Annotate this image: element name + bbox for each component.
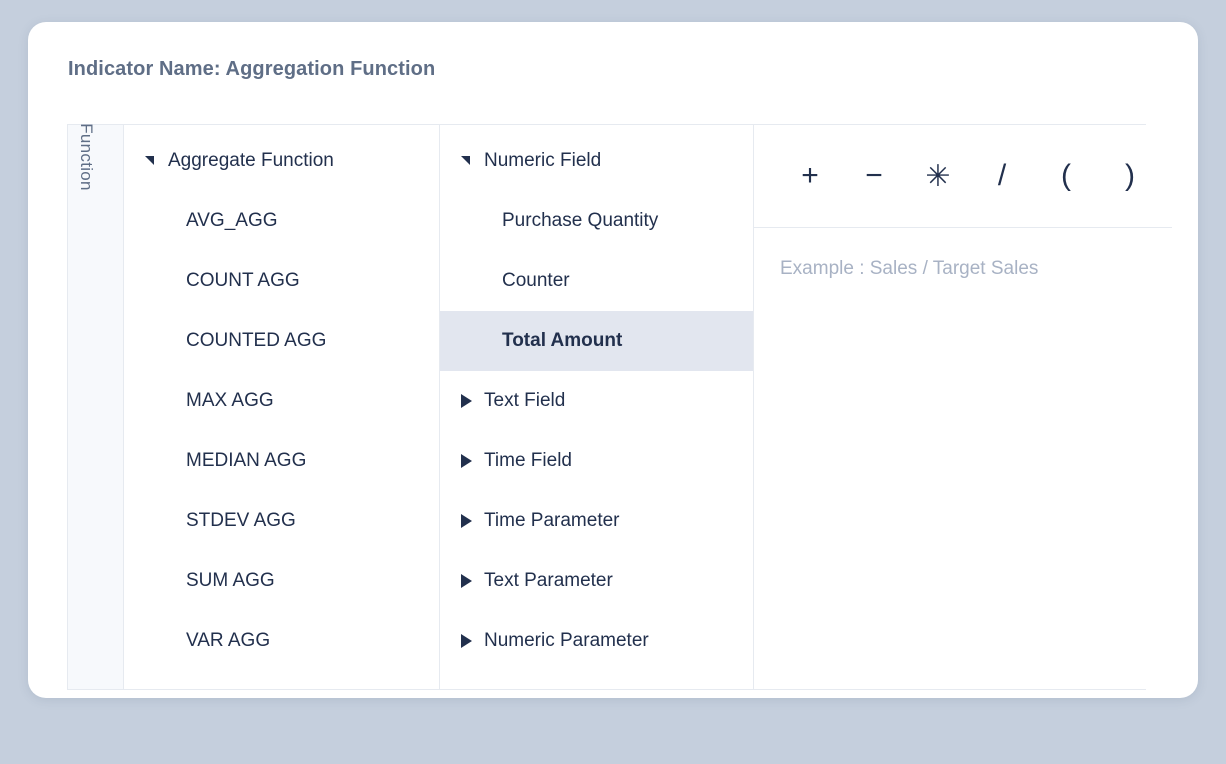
asterisk-operator-icon[interactable]: ✳ xyxy=(916,154,960,198)
list-item-counter[interactable]: Counter xyxy=(440,251,753,311)
tree-group-text-field[interactable]: Text Field xyxy=(440,371,753,431)
tree-group-numeric-parameter[interactable]: Numeric Parameter xyxy=(440,611,753,671)
plus-operator-icon[interactable]: + xyxy=(788,154,832,198)
list-item-label: COUNTED AGG xyxy=(186,330,327,351)
aggregate-function-column: Aggregate Function AVG_AGG COUNT AGG COU… xyxy=(124,125,440,689)
list-item-count-agg[interactable]: COUNT AGG xyxy=(124,251,439,311)
tree-group-aggregate-function[interactable]: Aggregate Function xyxy=(124,131,439,191)
list-item-avg-agg[interactable]: AVG_AGG xyxy=(124,191,439,251)
page-title: Indicator Name: Aggregation Function xyxy=(68,58,436,80)
row-header-label: Function xyxy=(76,123,96,191)
row-header-function: Function xyxy=(68,123,124,689)
list-item-label: COUNT AGG xyxy=(186,270,300,291)
function-builder-table: Function Aggregate Function AVG_AGG COUN… xyxy=(67,123,1172,690)
list-item-var-agg[interactable]: VAR AGG xyxy=(124,611,439,671)
list-item-label: Total Amount xyxy=(502,330,623,351)
list-item-label: MAX AGG xyxy=(186,390,274,411)
tree-group-text-parameter[interactable]: Text Parameter xyxy=(440,551,753,611)
list-item-purchase-quantity[interactable]: Purchase Quantity xyxy=(440,191,753,251)
tree-group-label: Numeric Parameter xyxy=(484,630,649,651)
field-tree-column: Numeric Field Purchase Quantity Counter … xyxy=(440,125,754,689)
tree-group-label: Numeric Field xyxy=(484,150,602,171)
list-item-label: VAR AGG xyxy=(186,630,271,651)
tree-group-label: Text Parameter xyxy=(484,570,613,591)
list-item-label: SUM AGG xyxy=(186,570,275,591)
tree-group-label: Time Parameter xyxy=(484,510,620,531)
list-item-sum-agg[interactable]: SUM AGG xyxy=(124,551,439,611)
list-item-median-agg[interactable]: MEDIAN AGG xyxy=(124,431,439,491)
tree-group-time-parameter[interactable]: Time Parameter xyxy=(440,491,753,551)
list-item-stdev-agg[interactable]: STDEV AGG xyxy=(124,491,439,551)
right-paren-operator-icon[interactable]: ) xyxy=(1108,154,1152,198)
list-item-label: Purchase Quantity xyxy=(502,210,659,231)
tree-group-label: Aggregate Function xyxy=(168,150,334,171)
list-item-total-amount[interactable]: Total Amount xyxy=(440,311,753,371)
list-item-label: Counter xyxy=(502,270,570,291)
expression-placeholder: Example : Sales / Target Sales xyxy=(780,258,1039,279)
left-paren-operator-icon[interactable]: ( xyxy=(1044,154,1088,198)
expression-input[interactable]: Example : Sales / Target Sales xyxy=(754,228,1172,689)
list-item-counted-agg[interactable]: COUNTED AGG xyxy=(124,311,439,371)
list-item-label: MEDIAN AGG xyxy=(186,450,307,471)
list-item-max-agg[interactable]: MAX AGG xyxy=(124,371,439,431)
divide-operator-icon[interactable]: / xyxy=(980,154,1024,198)
list-item-label: STDEV AGG xyxy=(186,510,296,531)
operator-toolbar: + − ✳ / ( ) xyxy=(754,125,1172,228)
expression-editor-column: + − ✳ / ( ) Example : Sales / Target Sal… xyxy=(754,125,1172,689)
tree-group-numeric-field[interactable]: Numeric Field xyxy=(440,131,753,191)
minus-operator-icon[interactable]: − xyxy=(852,154,896,198)
tree-group-label: Time Field xyxy=(484,450,572,471)
tree-group-label: Text Field xyxy=(484,390,566,411)
list-item-label: AVG_AGG xyxy=(186,210,278,231)
tree-group-time-field[interactable]: Time Field xyxy=(440,431,753,491)
indicator-editor-card: Indicator Name: Aggregation Function Fun… xyxy=(28,22,1198,698)
